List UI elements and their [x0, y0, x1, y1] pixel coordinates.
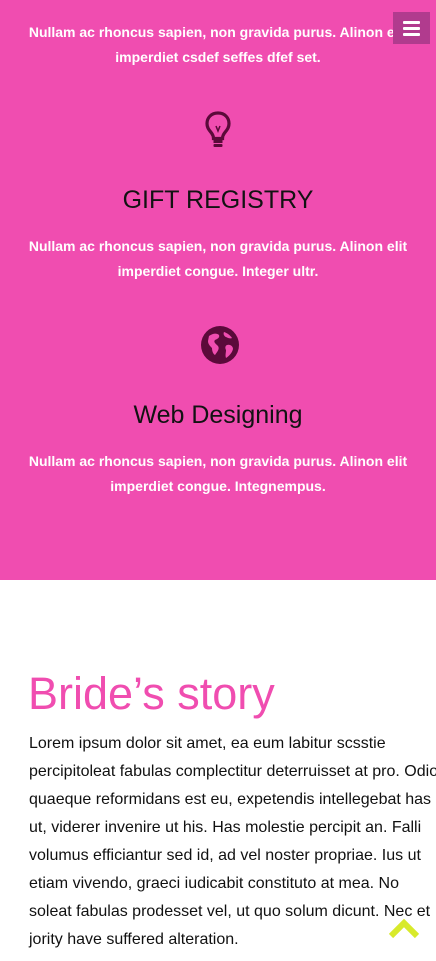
scroll-to-top-button[interactable] — [389, 916, 419, 940]
features-section: Nullam ac rhoncus sapien, non gravida pu… — [0, 0, 436, 580]
hamburger-menu-icon — [403, 20, 420, 24]
story-heading: Bride’s story — [28, 668, 275, 719]
feature-title-gift-registry: GIFT REGISTRY — [122, 186, 314, 214]
story-text: Lorem ipsum dolor sit amet, ea eum labit… — [29, 735, 436, 948]
feature-description: Nullam ac rhoncus sapien, non gravida pu… — [28, 453, 408, 494]
menu-button[interactable] — [393, 12, 430, 44]
feature-description: Nullam ac rhoncus sapien, non gravida pu… — [28, 238, 408, 279]
lightbulb-icon — [205, 111, 231, 147]
feature-description: Nullam ac rhoncus sapien, non gravida pu… — [28, 24, 408, 65]
globe-icon — [201, 326, 239, 364]
feature-title-web-designing: Web Designing — [133, 401, 303, 429]
chevron-up-icon — [389, 918, 419, 939]
